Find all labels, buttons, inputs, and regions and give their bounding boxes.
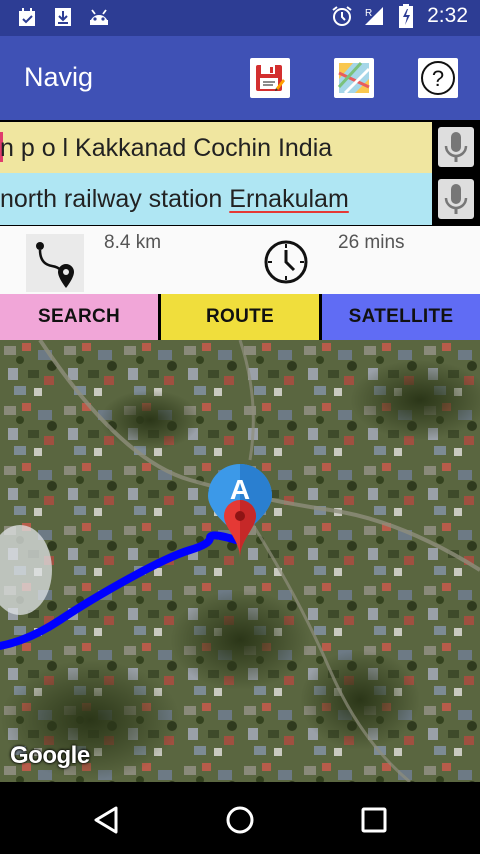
map-icon (337, 61, 371, 95)
svg-text:R: R (365, 8, 372, 19)
route-distance: 8.4 km (104, 232, 162, 253)
status-time: 2:32 (427, 4, 468, 27)
satellite-map[interactable]: A Google (0, 340, 480, 782)
back-icon (94, 806, 118, 834)
alarm-icon (331, 5, 353, 27)
google-attribution: Google (10, 742, 90, 769)
origin-field[interactable]: n p o l Kakkanad Cochin India (0, 122, 432, 174)
route-duration: 26 mins (338, 232, 405, 253)
status-bar: R 2:32 (0, 0, 480, 36)
save-icon (256, 65, 285, 91)
clock-icon (262, 238, 310, 291)
destination-mic-button[interactable] (438, 179, 474, 219)
route-icon (26, 234, 84, 292)
tab-route[interactable]: ROUTE (161, 294, 319, 340)
destination-marker[interactable] (222, 498, 258, 565)
origin-text: n p o l Kakkanad Cochin India (0, 134, 333, 162)
destination-misspelled-word: Ernakulam (229, 185, 349, 213)
android-icon (88, 6, 110, 28)
svg-text:?: ? (432, 66, 444, 91)
destination-prefix: north railway station (0, 185, 230, 213)
download-icon (52, 6, 74, 28)
microphone-icon (444, 184, 468, 214)
red-pin-icon (224, 500, 256, 558)
map-button[interactable] (334, 58, 374, 98)
tab-satellite[interactable]: SATELLITE (322, 294, 480, 340)
navigation-bar (0, 782, 480, 854)
origin-mic-button[interactable] (438, 127, 474, 167)
help-button[interactable]: ? (418, 58, 458, 98)
route-info: 8.4 km 26 mins (0, 226, 480, 294)
recents-icon (361, 807, 387, 833)
app-bar: Navig ? (0, 36, 480, 120)
battery-icon (395, 4, 417, 28)
app-title: Navig (24, 62, 94, 92)
recents-button[interactable] (354, 800, 394, 840)
home-icon (226, 806, 254, 834)
home-button[interactable] (220, 800, 260, 840)
back-button[interactable] (86, 800, 126, 840)
destination-field[interactable]: north railway station Ernakulam (0, 173, 432, 225)
help-icon: ? (421, 61, 455, 95)
microphone-icon (444, 132, 468, 162)
signal-icon: R (363, 5, 385, 27)
save-button[interactable] (250, 58, 290, 98)
tab-search[interactable]: SEARCH (0, 294, 158, 340)
destination-text: north railway station Ernakulam (0, 185, 349, 214)
calendar-icon (16, 6, 38, 28)
